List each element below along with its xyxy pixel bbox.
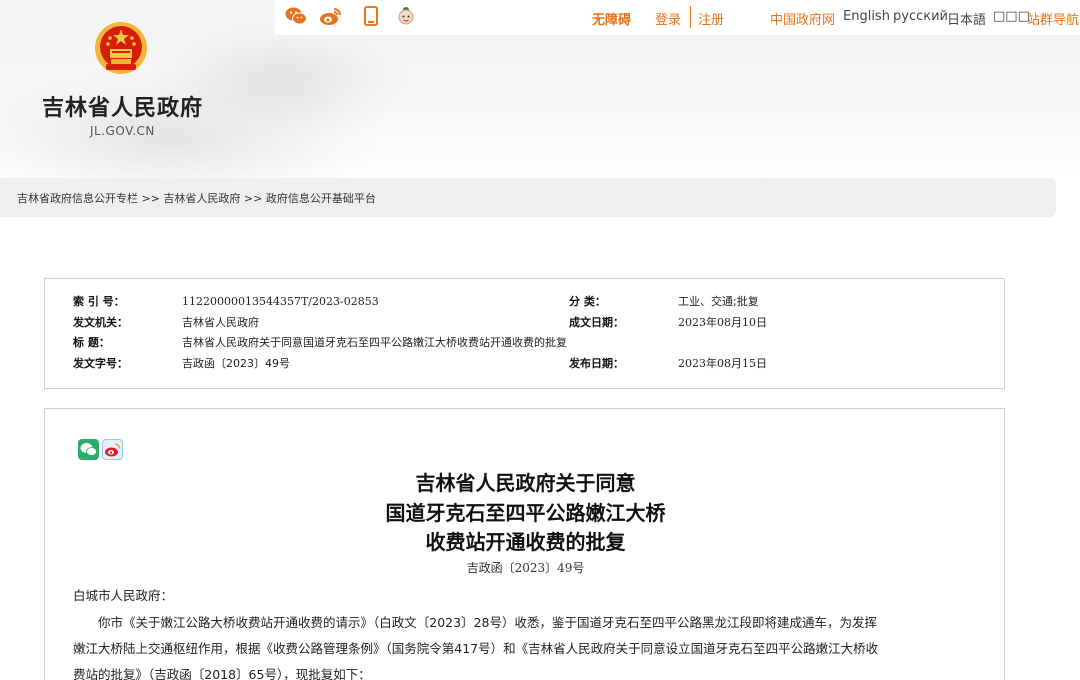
divider [690,6,691,28]
document-title-line-1: 吉林省人民政府关于同意 [415,471,636,495]
gov-portal-link[interactable]: 中国政府网 [770,9,835,28]
salutation: 白城市人民政府： [73,588,174,603]
register-link[interactable]: 注册 [698,9,724,28]
body-line-1: 你市《关于嫩江公路大桥收费站开通收费的请示》（白政文〔2023〕28号）收悉，鉴… [98,615,877,630]
index-label-text: 索 引 号： [73,295,125,308]
cloud-decoration [150,20,410,140]
site-name[interactable]: 吉林省人民政府 [42,90,203,122]
title-value: 吉林省人民政府关于同意国道牙克石至四平公路嫩江大桥收费站开通收费的批复 [182,336,567,349]
body-line-2: 嫩江大桥陆上交通枢纽作用，根据《收费公路管理条例》（国务院令第417号）和《吉林… [73,641,879,656]
category-label: 分 类： [569,295,606,308]
site-nav-link[interactable]: 站群导航 [1027,9,1079,28]
lang-russian-link[interactable]: русский [893,9,948,24]
written-date-label: 成文日期： [569,316,624,329]
index-value: 11220000013544357T/2023-02853 [182,295,379,308]
accessibility-link[interactable]: 无障碍 [592,9,631,28]
mobile-icon[interactable] [359,4,383,28]
doc-number-value: 吉政函〔2023〕49号 [182,357,290,370]
category-value: 工业、交通;批复 [678,295,759,308]
weibo-share-icon[interactable] [102,439,123,460]
login-link[interactable]: 登录 [655,9,681,28]
breadcrumb-text[interactable]: 吉林省政府信息公开专栏 >> 吉林省人民政府 >> 政府信息公开基础平台 [17,190,376,206]
document-content: 吉林省人民政府关于同意 国道牙克石至四平公路嫩江大桥 收费站开通收费的批复 吉政… [44,408,1005,680]
issuer-label: 发文机关： [73,316,128,329]
robot-icon[interactable] [394,4,418,28]
published-date-label: 发布日期： [569,357,624,370]
lang-korean-link[interactable]: □□□ [993,9,1030,24]
document-number: 吉政函〔2023〕49号 [466,561,585,575]
breadcrumb: 吉林省政府信息公开专栏 >> 吉林省人民政府 >> 政府信息公开基础平台 [0,178,1056,217]
weixin-icon[interactable] [284,4,308,28]
document-title-line-3: 收费站开通收费的批复 [425,530,626,554]
document-info-table: 索 引 号： 11220000013544357T/2023-02853 分 类… [44,278,1005,389]
doc-number-label: 发文字号： [73,357,128,370]
wechat-share-icon[interactable] [78,439,99,460]
site-domain: JL.GOV.CN [90,124,155,138]
issuer-value: 吉林省人民政府 [182,316,259,329]
national-emblem-icon [93,20,149,78]
title-label: 标 题： [73,336,110,349]
body-line-3: 费站的批复》（吉政函〔2018〕65号），现批复如下： [73,667,371,680]
index-label: 索 引 号： [73,294,125,310]
lang-english-link[interactable]: English [843,9,890,24]
lang-japanese-link[interactable]: 日本語 [947,9,986,28]
written-date-value: 2023年08月10日 [678,316,767,329]
weibo-icon[interactable] [319,4,343,28]
published-date-value: 2023年08月15日 [678,357,767,370]
document-title-line-2: 国道牙克石至四平公路嫩江大桥 [385,501,666,525]
